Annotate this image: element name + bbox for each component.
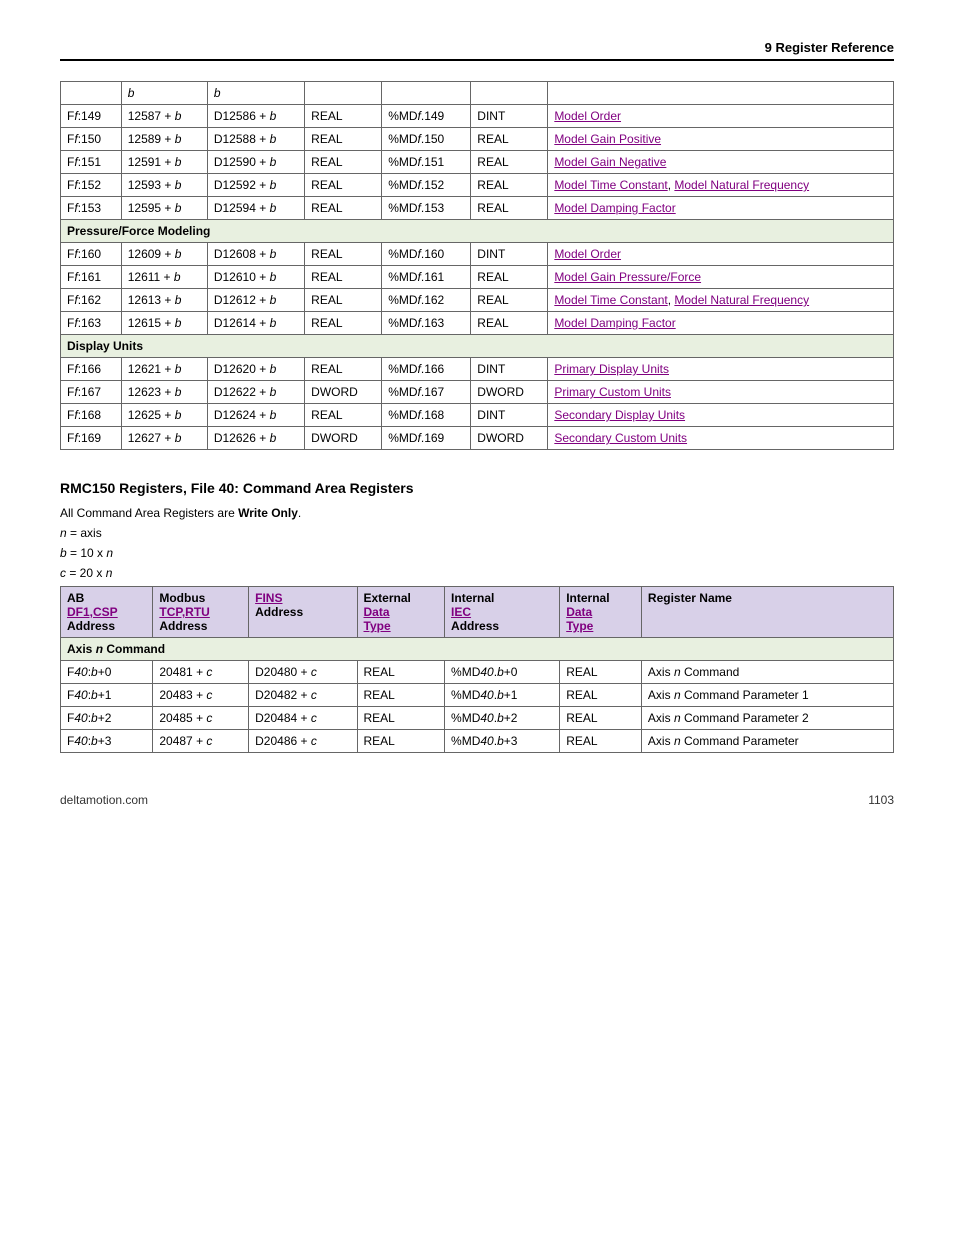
header-link[interactable]: IEC xyxy=(451,605,471,619)
register-link[interactable]: Primary Display Units xyxy=(554,362,669,376)
col-header: InternalIECAddress xyxy=(445,587,560,638)
table-row: Ff:15212593 + bD12592 + bREAL%MDf.152REA… xyxy=(61,174,894,197)
register-link[interactable]: Model Order xyxy=(554,109,621,123)
col-header: InternalDataType xyxy=(560,587,642,638)
footer-right: 1103 xyxy=(868,793,894,807)
paragraph: All Command Area Registers are Write Onl… xyxy=(60,506,894,520)
section-row: Axis n Command xyxy=(61,638,894,661)
table-row: Ff:16012609 + bD12608 + bREAL%MDf.160DIN… xyxy=(61,243,894,266)
register-link[interactable]: Model Time Constant xyxy=(554,178,667,192)
register-link[interactable]: Model Gain Negative xyxy=(554,155,666,169)
text: . xyxy=(298,506,301,520)
header-link[interactable]: DF1,CSP xyxy=(67,605,118,619)
register-link[interactable]: Model Order xyxy=(554,247,621,261)
register-link[interactable]: Primary Custom Units xyxy=(554,385,671,399)
text: Write Only xyxy=(238,506,298,520)
page-footer: deltamotion.com 1103 xyxy=(60,793,894,807)
section-row: Pressure/Force Modeling xyxy=(61,220,894,243)
header-link[interactable]: Type xyxy=(566,619,593,633)
register-link[interactable]: Model Gain Pressure/Force xyxy=(554,270,701,284)
page-header: 9 Register Reference xyxy=(60,40,894,61)
text: All Command Area Registers are xyxy=(60,506,238,520)
register-link[interactable]: Secondary Custom Units xyxy=(554,431,687,445)
table-row: Ff:16812625 + bD12624 + bREAL%MDf.168DIN… xyxy=(61,404,894,427)
table-row: Ff:15012589 + bD12588 + bREAL%MDf.150REA… xyxy=(61,128,894,151)
table-row: F40:b+320487 + cD20486 + cREAL%MD40.b+3R… xyxy=(61,730,894,753)
register-link[interactable]: Model Natural Frequency xyxy=(674,293,809,307)
table-row: Ff:14912587 + bD12586 + bREAL%MDf.149DIN… xyxy=(61,105,894,128)
table-row: Ff:16312615 + bD12614 + bREAL%MDf.163REA… xyxy=(61,312,894,335)
register-link[interactable]: Model Damping Factor xyxy=(554,316,675,330)
register-link[interactable]: Secondary Display Units xyxy=(554,408,685,422)
table-row: Ff:16712623 + bD12622 + bDWORD%MDf.167DW… xyxy=(61,381,894,404)
table-row: F40:b+120483 + cD20482 + cREAL%MD40.b+1R… xyxy=(61,684,894,707)
header-link[interactable]: Data xyxy=(566,605,592,619)
header-link[interactable]: Type xyxy=(364,619,391,633)
table-row: F40:b+220485 + cD20484 + cREAL%MD40.b+2R… xyxy=(61,707,894,730)
register-link[interactable]: Model Damping Factor xyxy=(554,201,675,215)
header-link[interactable]: Data xyxy=(364,605,390,619)
col-header: Register Name xyxy=(641,587,893,638)
table-row: Ff:16612621 + bD12620 + bREAL%MDf.166DIN… xyxy=(61,358,894,381)
table-row: bb xyxy=(61,82,894,105)
section-heading: RMC150 Registers, File 40: Command Area … xyxy=(60,480,894,496)
cell: b xyxy=(214,86,221,100)
register-link[interactable]: Model Natural Frequency xyxy=(674,178,809,192)
section-label: Axis n Command xyxy=(61,638,894,661)
header-link[interactable]: FINS xyxy=(255,591,282,605)
table-row: Ff:15312595 + bD12594 + bREAL%MDf.153REA… xyxy=(61,197,894,220)
header-link[interactable]: TCP,RTU xyxy=(159,605,209,619)
col-header: ModbusTCP,RTUAddress xyxy=(153,587,249,638)
col-header: FINSAddress xyxy=(249,587,357,638)
paragraph: n = axis xyxy=(60,526,894,540)
cell: b xyxy=(128,86,135,100)
register-link[interactable]: Model Gain Positive xyxy=(554,132,661,146)
table-row: Ff:16112611 + bD12610 + bREAL%MDf.161REA… xyxy=(61,266,894,289)
section-label: Display Units xyxy=(61,335,894,358)
footer-left: deltamotion.com xyxy=(60,793,148,807)
table-row: Ff:16912627 + bD12626 + bDWORD%MDf.169DW… xyxy=(61,427,894,450)
table-row: Ff:15112591 + bD12590 + bREAL%MDf.151REA… xyxy=(61,151,894,174)
table-row: Ff:16212613 + bD12612 + bREAL%MDf.162REA… xyxy=(61,289,894,312)
paragraph: c = 20 x n xyxy=(60,566,894,580)
section-row: Display Units xyxy=(61,335,894,358)
table-row: F40:b+020481 + cD20480 + cREAL%MD40.b+0R… xyxy=(61,661,894,684)
table-header-row: ABDF1,CSPAddress ModbusTCP,RTUAddress FI… xyxy=(61,587,894,638)
paragraph: b = 10 x n xyxy=(60,546,894,560)
col-header: ExternalDataType xyxy=(357,587,445,638)
section-label: Pressure/Force Modeling xyxy=(61,220,894,243)
col-header: ABDF1,CSPAddress xyxy=(61,587,153,638)
register-table-2: ABDF1,CSPAddress ModbusTCP,RTUAddress FI… xyxy=(60,586,894,753)
register-table-1: bb Ff:14912587 + bD12586 + bREAL%MDf.149… xyxy=(60,81,894,450)
register-link[interactable]: Model Time Constant xyxy=(554,293,667,307)
